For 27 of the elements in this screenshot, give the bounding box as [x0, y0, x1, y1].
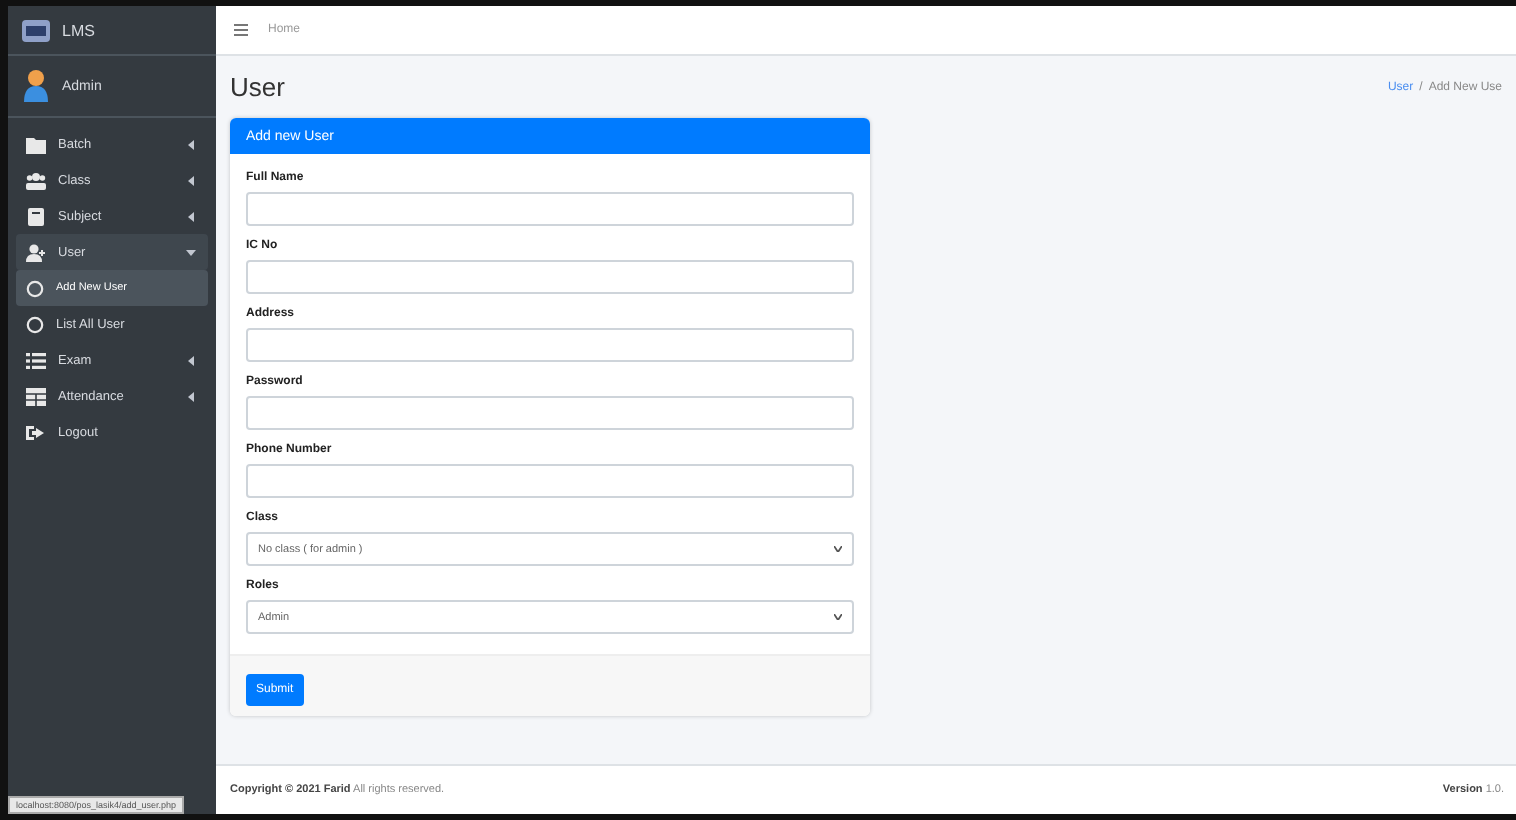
page-title: User: [230, 72, 285, 102]
table-icon: [26, 387, 46, 405]
list-icon: [26, 351, 46, 369]
logout-icon: [26, 423, 46, 441]
user-add-icon: [26, 243, 46, 261]
brand-title[interactable]: LMS: [62, 21, 95, 39]
caret-icon: [834, 614, 842, 620]
chevron-icon: [186, 211, 196, 221]
logo-icon: [22, 19, 50, 41]
chevron-icon: [186, 139, 196, 149]
caret-icon: [834, 546, 842, 552]
chevron-icon: [186, 355, 196, 365]
input-field[interactable]: [246, 328, 854, 362]
group-icon: [26, 171, 46, 189]
input-field[interactable]: [246, 464, 854, 498]
menu-icon[interactable]: [234, 24, 248, 36]
chevron-icon: [186, 391, 196, 401]
folder-icon: [26, 135, 46, 153]
circle-icon: [26, 279, 44, 297]
book-icon: [26, 207, 46, 225]
avatar-icon: [24, 70, 48, 102]
chevron-icon: [186, 175, 196, 185]
input-field[interactable]: [246, 396, 854, 430]
input-field[interactable]: [246, 260, 854, 294]
circle-icon: [26, 315, 44, 333]
input-field[interactable]: [246, 192, 854, 226]
chevron-icon: [186, 247, 196, 257]
